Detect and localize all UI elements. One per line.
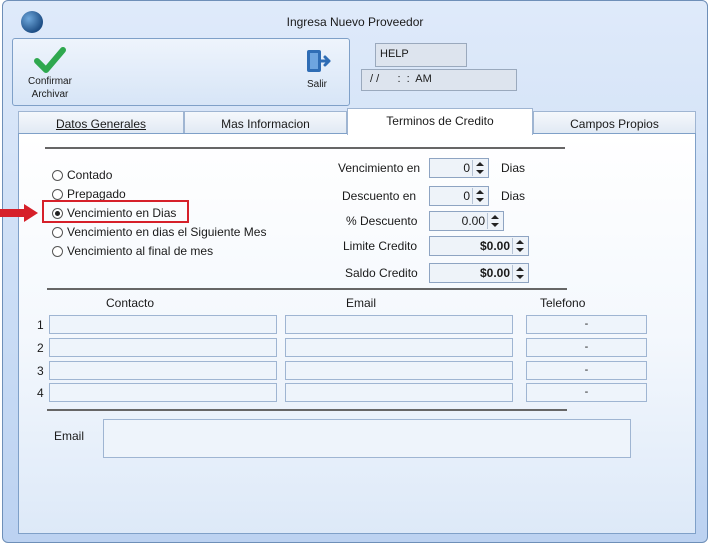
exit-door-icon	[307, 50, 331, 72]
checkmark-icon	[34, 47, 66, 73]
contact-email-input[interactable]	[285, 338, 513, 357]
help-field[interactable]: HELP	[375, 43, 467, 67]
email-textarea[interactable]	[103, 419, 631, 458]
vencimiento-stepper[interactable]: 0	[429, 158, 489, 178]
contact-phone-input[interactable]: -	[526, 315, 647, 334]
datetime-field: / / : : AM	[361, 69, 517, 91]
saldo-credito-label: Saldo Credito	[345, 266, 418, 280]
confirm-archive-button[interactable]: Confirmar Archivar	[15, 45, 85, 101]
selection-highlight-box	[42, 200, 189, 223]
confirm-label-line1: Confirmar	[28, 76, 72, 87]
descuento-value: 0	[463, 189, 470, 203]
contact-phone-input[interactable]: -	[526, 338, 647, 357]
limite-credito-label: Limite Credito	[343, 239, 418, 253]
spinner-arrows[interactable]	[487, 213, 502, 229]
vencimiento-value: 0	[463, 161, 470, 175]
tab-terminos-de-credito[interactable]: Terminos de Credito	[347, 108, 533, 135]
contact-phone-input[interactable]: -	[526, 383, 647, 402]
window-title: Ingresa Nuevo Proveedor	[286, 15, 424, 29]
red-arrow-icon	[0, 204, 38, 222]
vencimiento-unit: Dias	[501, 161, 526, 175]
contact-name-input[interactable]	[49, 315, 277, 334]
divider-top	[45, 147, 565, 149]
descuento-label: Descuento en	[342, 189, 417, 203]
contact-email-input[interactable]	[285, 361, 513, 380]
radio-label: Contado	[67, 168, 113, 182]
tab-mas-informacion[interactable]: Mas Informacion	[184, 111, 347, 135]
tab-datos-generales[interactable]: Datos Generales	[18, 111, 184, 135]
contact-name-input[interactable]	[49, 338, 277, 357]
email-header: Email	[346, 296, 377, 310]
telefono-header: Telefono	[540, 296, 586, 310]
pct-descuento-label: % Descuento	[346, 214, 418, 228]
pct-descuento-stepper[interactable]: 0.00	[429, 211, 504, 231]
pct-descuento-value: 0.00	[461, 214, 485, 228]
toolbar: Confirmar Archivar Salir	[12, 38, 350, 106]
radio-label: Vencimiento en dias el Siguiente Mes	[67, 225, 267, 239]
contact-email-input[interactable]	[285, 383, 513, 402]
email-section-label: Email	[54, 429, 85, 443]
radio-vencimiento-final-mes[interactable]: Vencimiento al final de mes	[52, 243, 213, 259]
divider-middle	[47, 288, 567, 290]
title-bar: Ingresa Nuevo Proveedor	[3, 1, 707, 35]
limite-credito-stepper[interactable]: $0.00	[429, 236, 529, 256]
contact-email-input[interactable]	[285, 315, 513, 334]
divider-bottom	[47, 409, 567, 411]
contact-name-input[interactable]	[49, 383, 277, 402]
vencimiento-label: Vencimiento en	[338, 161, 421, 175]
tab-label: Campos Propios	[570, 117, 659, 131]
row-number: 3	[37, 364, 44, 378]
limite-credito-value: $0.00	[479, 239, 510, 253]
tab-label: Mas Informacion	[221, 117, 310, 131]
exit-button[interactable]: Salir	[295, 47, 339, 91]
row-number: 2	[37, 341, 44, 355]
confirm-label-line2: Archivar	[31, 89, 69, 100]
radio-label: Vencimiento al final de mes	[67, 244, 214, 258]
radio-vencimiento-siguiente-mes[interactable]: Vencimiento en dias el Siguiente Mes	[52, 224, 266, 240]
contacto-header: Contacto	[106, 296, 155, 310]
contact-phone-input[interactable]: -	[526, 361, 647, 380]
saldo-credito-value: $0.00	[479, 266, 510, 280]
radio-button[interactable]	[52, 245, 63, 257]
spinner-arrows[interactable]	[472, 160, 487, 176]
spinner-arrows[interactable]	[472, 188, 487, 204]
radio-contado[interactable]: Contado	[52, 167, 112, 183]
row-number: 4	[37, 386, 44, 400]
radio-label: Prepagado	[67, 187, 126, 201]
tab-label: Datos Generales	[55, 117, 147, 131]
saldo-credito-stepper[interactable]: $0.00	[429, 263, 529, 283]
radio-button[interactable]	[52, 188, 63, 200]
descuento-unit: Dias	[501, 189, 526, 203]
spinner-arrows[interactable]	[512, 265, 527, 281]
spinner-arrows[interactable]	[512, 238, 527, 254]
radio-button[interactable]	[52, 226, 63, 238]
row-number: 1	[37, 318, 44, 332]
main-window: Ingresa Nuevo Proveedor Confirmar Archiv…	[2, 0, 708, 543]
tab-label: Terminos de Credito	[386, 114, 494, 128]
descuento-stepper[interactable]: 0	[429, 186, 489, 206]
exit-label: Salir	[306, 79, 327, 90]
radio-button[interactable]	[52, 169, 63, 181]
tab-campos-propios[interactable]: Campos Propios	[533, 111, 696, 135]
contact-name-input[interactable]	[49, 361, 277, 380]
